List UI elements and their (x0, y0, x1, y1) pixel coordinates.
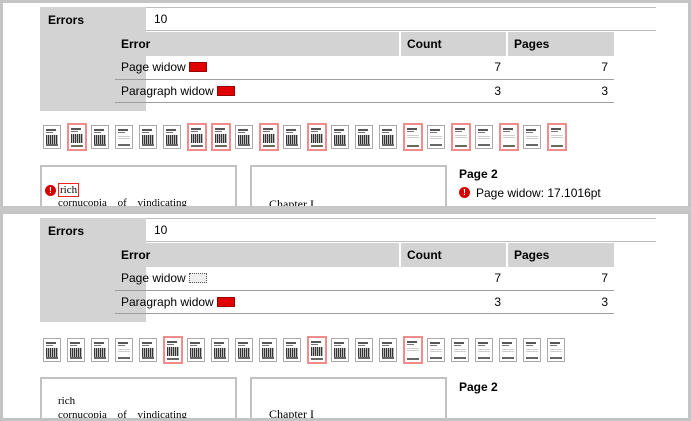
page-preview-right[interactable]: Chapter I (250, 377, 447, 421)
page-thumbnail[interactable] (115, 338, 133, 362)
table-row[interactable]: Page widow 7 7 (115, 56, 614, 80)
page-thumbnail[interactable] (91, 125, 109, 149)
error-cell[interactable]: Paragraph widow (115, 290, 400, 314)
page-thumbnail[interactable] (403, 123, 423, 151)
report-panel-top: Errors 10 Error Count Pages Page widow 7… (0, 0, 691, 209)
page-thumbnail[interactable] (283, 338, 301, 362)
col-count: Count (400, 32, 508, 56)
page-thumbnail[interactable] (379, 125, 397, 149)
count-cell: 7 (400, 267, 507, 291)
count-cell: 7 (400, 56, 507, 80)
page-thumbnail[interactable] (211, 123, 231, 151)
page-thumbnail[interactable] (307, 336, 327, 364)
page-thumbnail[interactable] (139, 125, 157, 149)
page-thumbnail[interactable] (67, 338, 85, 362)
page-thumbnail[interactable] (91, 338, 109, 362)
chapter-heading: Chapter I (269, 407, 314, 421)
col-error: Error (115, 32, 401, 56)
page-thumbnail[interactable] (379, 338, 397, 362)
error-marker-icon[interactable]: ! (459, 187, 470, 198)
errors-count: 10 (146, 7, 656, 31)
page-thumbnail[interactable] (547, 338, 565, 362)
page-error-item[interactable]: Page widow: 17.1016pt (476, 186, 601, 200)
page-thumbnail[interactable] (43, 125, 61, 149)
error-name: Paragraph widow (121, 294, 214, 309)
error-marker-icon[interactable]: ! (45, 185, 56, 196)
widow-word: rich (58, 395, 76, 407)
preview-line: cornucopia of vindicating evidence (58, 409, 188, 421)
error-name: Page widow (121, 271, 186, 286)
page-preview-left[interactable]: ! rich cornucopia of vindicating evidenc… (40, 165, 237, 206)
errors-count: 10 (146, 218, 656, 242)
page-thumbnail[interactable] (523, 338, 541, 362)
pages-cell: 3 (507, 290, 614, 314)
page-thumbnail[interactable] (235, 125, 253, 149)
page-thumbnail[interactable] (187, 123, 207, 151)
page-thumbnail[interactable] (451, 338, 469, 362)
page-thumbnail[interactable] (139, 338, 157, 362)
page-title: Page 2 (459, 167, 498, 181)
error-table: Error Count Pages Page widow 7 7 Paragra… (115, 32, 614, 103)
pages-cell: 7 (507, 267, 614, 291)
page-preview-left[interactable]: rich cornucopia of vindicating evidence (40, 377, 237, 421)
errors-count-row: 10 (146, 7, 656, 31)
page-title: Page 2 (459, 380, 498, 394)
page-thumbnail[interactable] (163, 336, 183, 364)
page-thumbnail[interactable] (451, 123, 471, 151)
page-thumbnail[interactable] (475, 125, 493, 149)
page-thumbnail[interactable] (403, 336, 423, 364)
error-swatch[interactable] (188, 273, 207, 284)
page-thumbnail[interactable] (331, 125, 349, 149)
page-thumbnail[interactable] (259, 123, 279, 151)
error-name: Paragraph widow (121, 83, 214, 98)
error-cell[interactable]: Page widow (115, 267, 400, 291)
pages-cell: 3 (507, 79, 614, 103)
page-thumbnail[interactable] (283, 125, 301, 149)
col-error: Error (115, 243, 401, 267)
page-thumbnail[interactable] (187, 338, 205, 362)
page-thumbnail[interactable] (499, 338, 517, 362)
col-pages: Pages (507, 243, 614, 267)
page-thumbnail[interactable] (547, 123, 567, 151)
error-swatch[interactable] (216, 85, 235, 96)
error-swatch[interactable] (216, 296, 235, 307)
page-thumbnail[interactable] (355, 125, 373, 149)
error-cell[interactable]: Page widow (115, 56, 400, 80)
col-count: Count (400, 243, 508, 267)
page-thumbnail[interactable] (259, 338, 277, 362)
count-cell: 3 (400, 79, 507, 103)
page-thumbnail[interactable] (427, 338, 445, 362)
pages-cell: 7 (507, 56, 614, 80)
page-thumbnail[interactable] (499, 123, 519, 151)
errors-count-row: 10 (146, 218, 656, 242)
page-thumbnail[interactable] (331, 338, 349, 362)
page-thumbnail[interactable] (235, 338, 253, 362)
page-thumbnail[interactable] (115, 125, 133, 149)
page-thumbnail[interactable] (43, 338, 61, 362)
count-cell: 3 (400, 290, 507, 314)
table-row[interactable]: Paragraph widow 3 3 (115, 79, 614, 103)
page-thumbnail[interactable] (211, 338, 229, 362)
error-name: Page widow (121, 60, 186, 75)
page-thumbnail[interactable] (475, 338, 493, 362)
page-thumbnail[interactable] (67, 123, 87, 151)
page-thumbnail[interactable] (355, 338, 373, 362)
error-cell[interactable]: Paragraph widow (115, 79, 400, 103)
error-swatch[interactable] (188, 62, 207, 73)
page-thumbnail[interactable] (523, 125, 541, 149)
table-row[interactable]: Page widow 7 7 (115, 267, 614, 291)
page-thumbnail[interactable] (307, 123, 327, 151)
page-thumbnail[interactable] (427, 125, 445, 149)
error-table: Error Count Pages Page widow 7 7 Paragra… (115, 243, 614, 314)
col-pages: Pages (507, 32, 614, 56)
page-preview-right[interactable]: Chapter I (250, 165, 447, 206)
page-thumbnail[interactable] (163, 125, 181, 149)
table-row[interactable]: Paragraph widow 3 3 (115, 290, 614, 314)
widow-word: rich (58, 183, 80, 197)
report-panel-bottom: Errors 10 Error Count Pages Page widow 7… (0, 211, 691, 421)
